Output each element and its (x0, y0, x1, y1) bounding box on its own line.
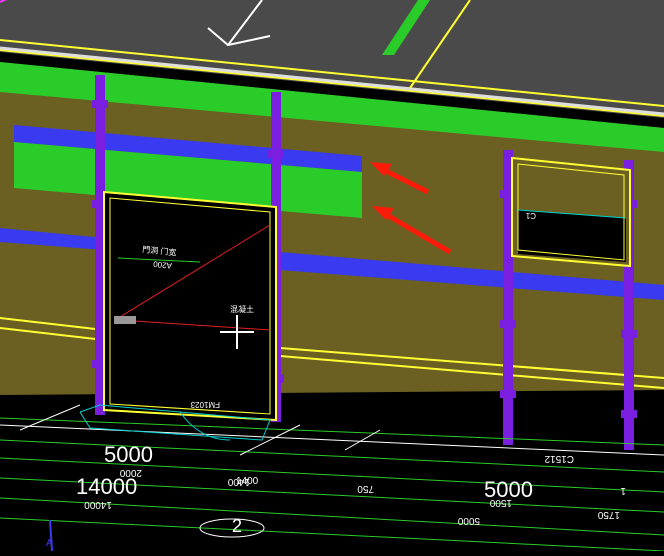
dim-small-10: 14000 (84, 499, 112, 510)
dim-small-6: 1750 (597, 509, 620, 520)
door-panel-label: 混凝土 (230, 304, 254, 314)
dim-small-7: C1512 (544, 453, 574, 464)
dim-left-top: 5000 (104, 442, 153, 467)
cad-3d-viewport[interactable]: 門洞 门宽 A200 混凝土 FM1023 C1 5000 14000 5000… (0, 0, 664, 552)
dim-small-5: 5000 (457, 515, 480, 526)
dim-small-4: 1500 (489, 497, 512, 508)
dim-small-1: 2000 (119, 467, 142, 478)
door-opening[interactable]: 門洞 门宽 A200 混凝土 FM1023 (103, 190, 277, 422)
window-opening[interactable]: C1 (511, 156, 631, 268)
axis-label: 2 (232, 516, 242, 536)
window-tag: C1 (525, 211, 536, 220)
model-canvas[interactable]: 門洞 门宽 A200 混凝土 FM1023 C1 5000 14000 5000… (0, 0, 664, 552)
dim-small-9: 1400 (236, 476, 259, 487)
grid-letter: A (46, 538, 53, 549)
dim-small-8: 1 (620, 485, 626, 496)
door-tag: FM1023 (190, 400, 220, 409)
dim-small-3: 750 (357, 483, 374, 494)
